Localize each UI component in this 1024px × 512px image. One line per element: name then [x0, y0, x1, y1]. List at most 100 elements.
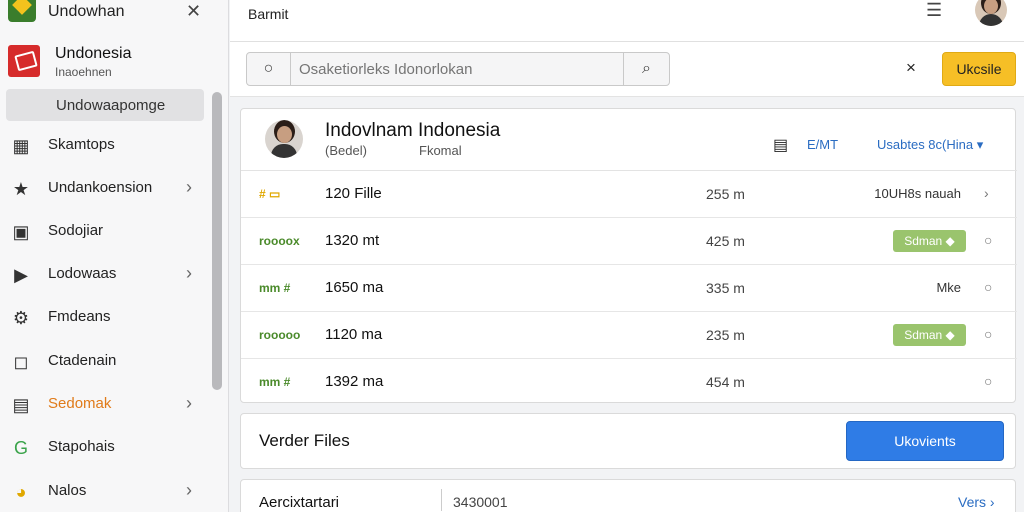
- user-avatar[interactable]: [975, 0, 1007, 26]
- status-badge[interactable]: Sdman ◆: [893, 324, 966, 346]
- sidebar-item-selected[interactable]: Undowaapomge: [6, 89, 204, 121]
- file-name: 1120 ma: [325, 326, 383, 343]
- chevron-right-icon: ›: [186, 480, 192, 500]
- sidebar-item-8[interactable]: ◕ Nalos ›: [0, 471, 210, 511]
- file-size: 235 m: [706, 327, 745, 343]
- sidebar: Undowhan ✕ Undonesia Inaoehnen Undowaapo…: [0, 0, 229, 512]
- file-name: 1650 ma: [325, 279, 384, 296]
- refresh-icon[interactable]: ○: [247, 53, 291, 85]
- sidebar-header[interactable]: Undonesia Inaoehnen: [0, 40, 229, 86]
- app-logo-icon: [8, 0, 36, 22]
- sidebar-item-2[interactable]: ▣ Sodojiar: [0, 211, 210, 251]
- file-tag: # ▭: [259, 187, 281, 201]
- primary-button[interactable]: Ukovients: [846, 421, 1004, 461]
- file-status: 10UH8s nauah: [874, 186, 961, 201]
- sidebar-item-label: Skamtops: [48, 136, 115, 153]
- chevron-right-icon: ›: [186, 263, 192, 283]
- file-name: 1392 ma: [325, 373, 384, 390]
- table-row[interactable]: mm # 1650 ma 335 m Mke ○: [241, 265, 1017, 312]
- table-row[interactable]: rooooo 1120 ma 235 m Sdman ◆ ○: [241, 312, 1017, 359]
- square-icon: ◻: [13, 352, 29, 372]
- card-subtitle: (Bedel): [325, 143, 367, 158]
- table-row[interactable]: roooox 1320 mt 425 m Sdman ◆ ○: [241, 218, 1017, 265]
- format-link[interactable]: E/MT: [807, 137, 838, 152]
- bottom-card: Aercixtartari 3430001 Vers ›: [240, 479, 1016, 512]
- sidebar-item-label: Fmdeans: [48, 308, 111, 325]
- sidebar-item-label: Stapohais: [48, 438, 115, 455]
- search-icon[interactable]: ⌕: [623, 53, 669, 85]
- sidebar-item-6[interactable]: ▤ Sedomak ›: [0, 384, 210, 424]
- card-header: Indovlnam Indonesia (Bedel) Fkomal ▤ E/M…: [241, 109, 1017, 171]
- file-size: 255 m: [706, 186, 745, 202]
- briefcase-icon: ▣: [12, 222, 30, 242]
- sidebar-item-label: Undowaapomge: [56, 97, 166, 114]
- verder-card: Verder Files Ukovients: [240, 413, 1016, 469]
- chevron-right-icon: ›: [186, 393, 192, 413]
- star-icon: ★: [12, 179, 30, 199]
- page-title: Barmit: [248, 6, 289, 22]
- divider: [441, 489, 442, 511]
- sidebar-item-1[interactable]: ★ Undankoension ›: [0, 168, 210, 208]
- file-tag: mm #: [259, 281, 291, 295]
- file-tag: mm #: [259, 375, 291, 389]
- file-name: 120 Fille: [325, 185, 382, 202]
- table-row[interactable]: mm # 1392 ma 454 m ○: [241, 359, 1017, 406]
- sidebar-item-7[interactable]: G Stapohais: [0, 427, 210, 467]
- clear-button[interactable]: ×: [906, 58, 916, 78]
- section-title: Verder Files: [259, 431, 350, 450]
- field-value: 3430001: [453, 494, 508, 510]
- file-card: Indovlnam Indonesia (Bedel) Fkomal ▤ E/M…: [240, 108, 1017, 406]
- card-title: Indovlnam Indonesia: [325, 120, 501, 141]
- flag-icon: [8, 45, 40, 77]
- radio-icon[interactable]: ○: [984, 373, 992, 389]
- sidebar-item-label: Sodojiar: [48, 222, 104, 239]
- owner-avatar: [265, 120, 303, 158]
- pie-icon: ◕: [15, 482, 27, 502]
- sidebar-item-label: Ctadenain: [48, 352, 117, 369]
- radio-icon[interactable]: ○: [984, 232, 992, 248]
- search-action-button[interactable]: Ukcsile: [942, 52, 1016, 86]
- search-row: ○ ⌕ × Ukcsile: [230, 42, 1024, 97]
- view-link[interactable]: Vers ›: [958, 494, 995, 510]
- file-size: 454 m: [706, 374, 745, 390]
- table-row[interactable]: # ▭ 120 Fille 255 m 10UH8s nauah ›: [241, 171, 1017, 218]
- sidebar-header-sub: Inaoehnen: [55, 65, 112, 79]
- status-badge[interactable]: Sdman ◆: [893, 230, 966, 252]
- file-name: 1320 mt: [325, 232, 380, 249]
- file-tag: roooox: [259, 234, 300, 248]
- radio-icon[interactable]: ○: [984, 279, 992, 295]
- sidebar-item-3[interactable]: ▶ Lodowaas ›: [0, 254, 210, 294]
- chevron-right-icon[interactable]: ›: [984, 185, 989, 201]
- sort-dropdown[interactable]: Usabtes 8c(Hina ▾: [877, 137, 983, 153]
- sidebar-item-label: Lodowaas: [48, 265, 117, 282]
- radio-icon[interactable]: ○: [984, 326, 992, 342]
- sidebar-item-label: Undankoension: [48, 179, 153, 196]
- sidebar-scrollbar[interactable]: [212, 92, 222, 390]
- search-box: ○ ⌕: [246, 52, 670, 86]
- file-tag: rooooo: [259, 328, 301, 342]
- top-bar: Barmit ☰: [230, 0, 1024, 42]
- file-status: Mke: [936, 280, 961, 295]
- grid-icon: ▦: [12, 136, 30, 156]
- sidebar-item-0[interactable]: ▦ Skamtops: [0, 125, 210, 165]
- sidebar-header-name: Undonesia: [55, 45, 132, 62]
- chevron-right-icon: ›: [186, 177, 192, 197]
- file-size: 425 m: [706, 233, 745, 249]
- sidebar-top: Undowhan ✕: [0, 0, 229, 26]
- document-icon[interactable]: ▤: [773, 135, 788, 155]
- sidebar-item-5[interactable]: ◻ Ctadenain: [0, 341, 210, 381]
- sidebar-item-4[interactable]: ⚙ Fmdeans: [0, 297, 210, 337]
- app-title: Undowhan: [48, 3, 125, 20]
- close-icon[interactable]: ✕: [186, 1, 201, 22]
- sidebar-item-label: Nalos: [48, 482, 87, 499]
- sidebar-item-label: Sedomak: [48, 395, 112, 412]
- gear-icon: ⚙: [12, 308, 30, 328]
- file-size: 335 m: [706, 280, 745, 296]
- field-label: Aercixtartari: [259, 494, 340, 511]
- search-input[interactable]: [293, 54, 623, 84]
- menu-icon[interactable]: ☰: [926, 0, 942, 21]
- play-icon: ▶: [14, 265, 28, 285]
- card-subtitle-2: Fkomal: [419, 143, 462, 158]
- g-icon: G: [13, 438, 28, 458]
- list-icon: ▤: [12, 395, 30, 415]
